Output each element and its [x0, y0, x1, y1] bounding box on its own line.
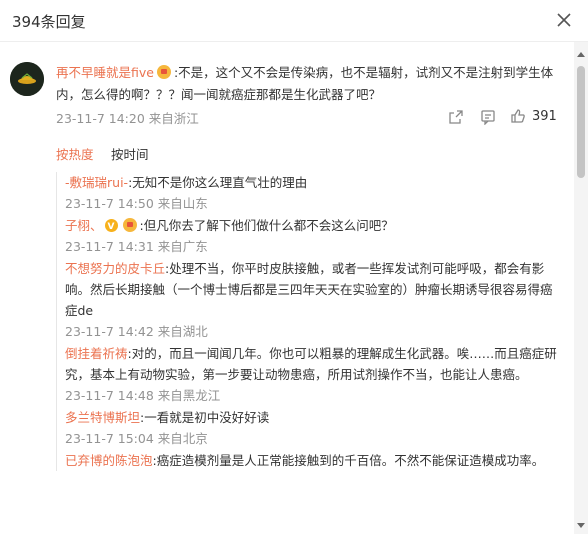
share-icon[interactable]: [448, 109, 466, 127]
main-comment-username[interactable]: 再不早睡就是five: [56, 65, 154, 80]
reply-meta: 23-11-7 15:04 来自北京: [65, 431, 208, 446]
reply-username[interactable]: 倒挂着祈祷: [65, 346, 128, 361]
reply-meta: 23-11-7 14:31 来自广东: [65, 239, 208, 254]
reply-username[interactable]: 子栩、: [65, 218, 103, 233]
reply-text: :但凡你去了解下他们做什么都不会这么问吧？: [139, 218, 394, 233]
reply-username[interactable]: 多兰特博斯坦: [65, 410, 140, 425]
verified-icon: [104, 217, 118, 238]
like-icon[interactable]: [510, 108, 528, 126]
reply-item: 多兰特博斯坦:一看就是初中没好好读 23-11-7 15:04 来自北京: [57, 407, 557, 450]
reply-item: -敷瑞瑞rui-:无知不是你这么理直气壮的理由 23-11-7 14:50 来自…: [57, 172, 557, 215]
reply-username[interactable]: 已弃博的陈泡泡: [65, 453, 153, 468]
dialog-title: 394条回复: [12, 13, 86, 31]
like-count[interactable]: 391: [532, 109, 557, 124]
reply-username[interactable]: -敷瑞瑞rui-: [65, 175, 128, 190]
reply-list: -敷瑞瑞rui-:无知不是你这么理直气壮的理由 23-11-7 14:50 来自…: [56, 172, 564, 471]
main-comment: 再不早睡就是five:不是，这个又不会是传染病，也不是辐射，试剂又不是注射到学生…: [56, 62, 556, 106]
reply-meta: 23-11-7 14:48 来自黑龙江: [65, 388, 221, 403]
reply-item: 不想努力的皮卡丘:处理不当，你平时皮肤接触，或者一些挥发试剂可能呼吸，都会有影响…: [57, 258, 557, 343]
reply-meta: 23-11-7 14:42 来自湖北: [65, 324, 208, 339]
reply-username[interactable]: 不想努力的皮卡丘: [65, 261, 165, 276]
reply-item: 已弃博的陈泡泡:癌症造模剂量是人正常能接触到的千百倍。不然不能保证造模成功率。: [57, 450, 557, 471]
fan-badge-icon: [122, 218, 137, 232]
reply-item: 子栩、 :但凡你去了解下他们做什么都不会这么问吧？ 23-11-7 14:31 来…: [57, 215, 557, 258]
sort-tabs: 按热度 按时间: [56, 144, 149, 163]
scroll-down-icon[interactable]: [577, 523, 585, 528]
close-icon[interactable]: [554, 10, 574, 30]
reply-text: :一看就是初中没好好读: [140, 410, 270, 425]
sort-by-time[interactable]: 按时间: [111, 144, 149, 163]
reply-item: 倒挂着祈祷:对的，而且一闻闻几年。你也可以粗暴的理解成生化武器。唉……而且癌症研…: [57, 343, 557, 407]
avatar[interactable]: [10, 62, 44, 96]
scrollbar-thumb[interactable]: [577, 66, 585, 178]
reply-meta: 23-11-7 14:50 来自山东: [65, 196, 208, 211]
comment-icon[interactable]: [480, 109, 498, 127]
reply-text: :对的，而且一闻闻几年。你也可以粗暴的理解成生化武器。唉……而且癌症研究，基本上…: [65, 346, 557, 382]
scroll-up-icon[interactable]: [577, 52, 585, 57]
reply-text: :无知不是你这么理直气壮的理由: [128, 175, 308, 190]
dialog-header: 394条回复: [0, 0, 588, 42]
sort-by-hot[interactable]: 按热度: [56, 147, 94, 162]
scrollbar[interactable]: [574, 42, 588, 534]
main-comment-meta: 23-11-7 14:20 来自浙江: [56, 111, 199, 126]
reply-text: :癌症造模剂量是人正常能接触到的千百倍。不然不能保证造模成功率。: [152, 453, 545, 468]
fan-badge-icon: [156, 65, 171, 79]
